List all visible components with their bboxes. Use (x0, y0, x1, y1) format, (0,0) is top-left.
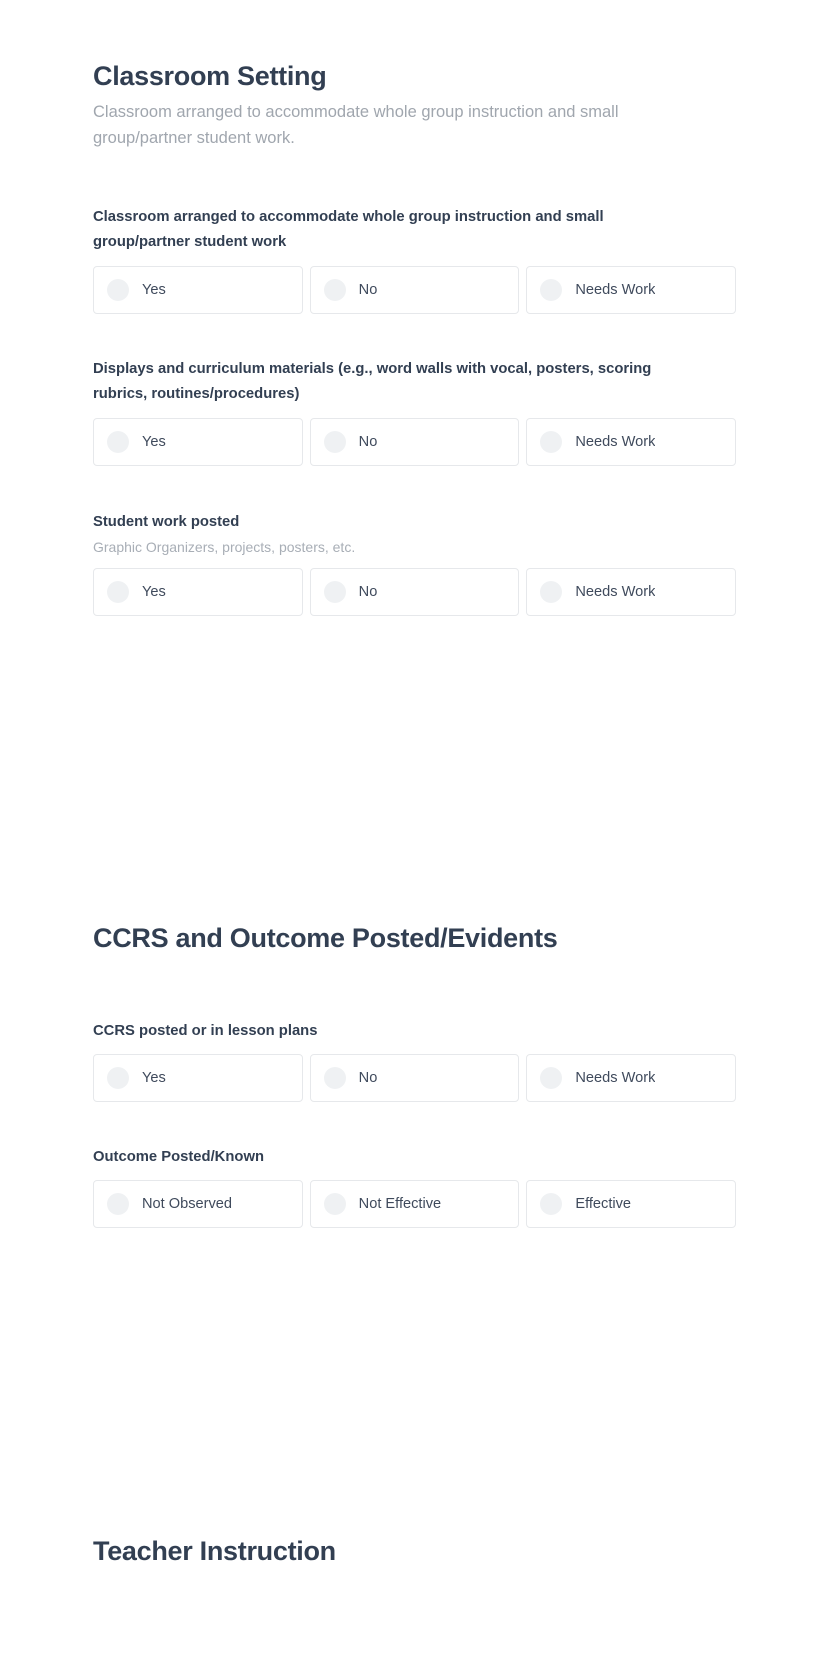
section-title-ccrs-and-outcome: CCRS and Outcome Posted/Evidents (93, 923, 558, 953)
option-outcome-effective[interactable]: Effective (526, 1180, 737, 1229)
option-student-work-yes[interactable]: Yes (93, 568, 303, 617)
radio-circle-icon[interactable] (107, 581, 129, 604)
options-row-ccrs-posted: Yes No Needs Work (93, 1054, 737, 1103)
radio-circle-icon[interactable] (323, 581, 346, 604)
option-label: Needs Work (575, 433, 656, 450)
section-description-classroom-setting: Classroom arranged to accommodate whole … (93, 102, 619, 147)
option-label: Not Effective (358, 1196, 442, 1213)
question-ccrs-posted: CCRS posted or in lesson plans Yes No Ne… (93, 1019, 737, 1103)
options-row-classroom-arranged: Yes No Needs Work (93, 265, 737, 314)
radio-circle-icon[interactable] (323, 278, 346, 301)
radio-circle-icon[interactable] (323, 430, 346, 453)
option-label: Effective (575, 1196, 632, 1213)
option-ccrs-posted-needs-work[interactable]: Needs Work (526, 1054, 737, 1103)
radio-circle-icon[interactable] (107, 278, 129, 301)
option-classroom-arranged-no[interactable]: No (309, 265, 520, 314)
option-label: Not Observed (142, 1196, 233, 1213)
option-student-work-needs-work[interactable]: Needs Work (526, 568, 737, 617)
option-displays-yes[interactable]: Yes (93, 417, 303, 466)
question-label-displays-and-curriculum-materials: Displays and curriculum materials (e.g.,… (93, 361, 652, 403)
question-label-outcome-posted-known: Outcome Posted/Known (93, 1149, 264, 1165)
option-outcome-not-effective[interactable]: Not Effective (309, 1180, 520, 1229)
question-help-student-work-posted: Graphic Organizers, projects, posters, e… (93, 539, 356, 556)
option-label: Needs Work (575, 1070, 656, 1087)
radio-circle-icon[interactable] (540, 430, 563, 453)
radio-circle-icon[interactable] (540, 1193, 563, 1216)
option-label: No (358, 281, 378, 298)
question-label-student-work-posted: Student work posted (93, 514, 240, 530)
radio-circle-icon[interactable] (107, 1193, 129, 1216)
option-ccrs-posted-yes[interactable]: Yes (93, 1054, 303, 1103)
options-row-displays-and-curriculum-materials: Yes No Needs Work (93, 417, 737, 466)
radio-circle-icon[interactable] (323, 1193, 346, 1216)
options-row-outcome-posted-known: Not Observed Not Effective Effective (93, 1180, 737, 1229)
question-label-ccrs-posted: CCRS posted or in lesson plans (93, 1023, 318, 1039)
form-page: Classroom Setting Classroom arranged to … (0, 0, 840, 1680)
option-label: Needs Work (575, 584, 656, 601)
radio-circle-icon[interactable] (540, 581, 563, 604)
question-classroom-arranged: Classroom arranged to accommodate whole … (93, 205, 737, 314)
section-title-classroom-setting: Classroom Setting (93, 61, 327, 91)
option-label: Yes (142, 281, 166, 298)
option-label: Yes (142, 1070, 166, 1087)
option-label: Yes (142, 433, 166, 450)
radio-circle-icon[interactable] (540, 278, 563, 301)
radio-circle-icon[interactable] (323, 1067, 346, 1090)
option-label: No (358, 1070, 378, 1087)
option-outcome-not-observed[interactable]: Not Observed (93, 1180, 303, 1229)
option-label: No (358, 584, 378, 601)
option-displays-needs-work[interactable]: Needs Work (526, 417, 737, 466)
radio-circle-icon[interactable] (107, 430, 129, 453)
section-classroom-setting: Classroom Setting Classroom arranged to … (93, 60, 736, 151)
option-classroom-arranged-needs-work[interactable]: Needs Work (526, 265, 737, 314)
radio-circle-icon[interactable] (540, 1067, 563, 1090)
section-ccrs-and-outcome: CCRS and Outcome Posted/Evidents (93, 922, 736, 955)
options-row-student-work-posted: Yes No Needs Work (93, 568, 737, 617)
question-displays-and-curriculum-materials: Displays and curriculum materials (e.g.,… (93, 357, 737, 466)
question-label-classroom-arranged: Classroom arranged to accommodate whole … (93, 209, 604, 251)
option-classroom-arranged-yes[interactable]: Yes (93, 265, 303, 314)
question-outcome-posted-known: Outcome Posted/Known Not Observed Not Ef… (93, 1145, 737, 1229)
option-displays-no[interactable]: No (309, 417, 520, 466)
section-teacher-instruction: Teacher Instruction (93, 1535, 736, 1568)
option-label: Yes (142, 584, 166, 601)
option-label: Needs Work (575, 281, 656, 298)
option-student-work-no[interactable]: No (309, 568, 520, 617)
option-label: No (358, 433, 378, 450)
section-title-teacher-instruction: Teacher Instruction (93, 1536, 336, 1566)
question-student-work-posted: Student work posted Graphic Organizers, … (93, 510, 737, 617)
radio-circle-icon[interactable] (107, 1067, 129, 1090)
option-ccrs-posted-no[interactable]: No (309, 1054, 520, 1103)
